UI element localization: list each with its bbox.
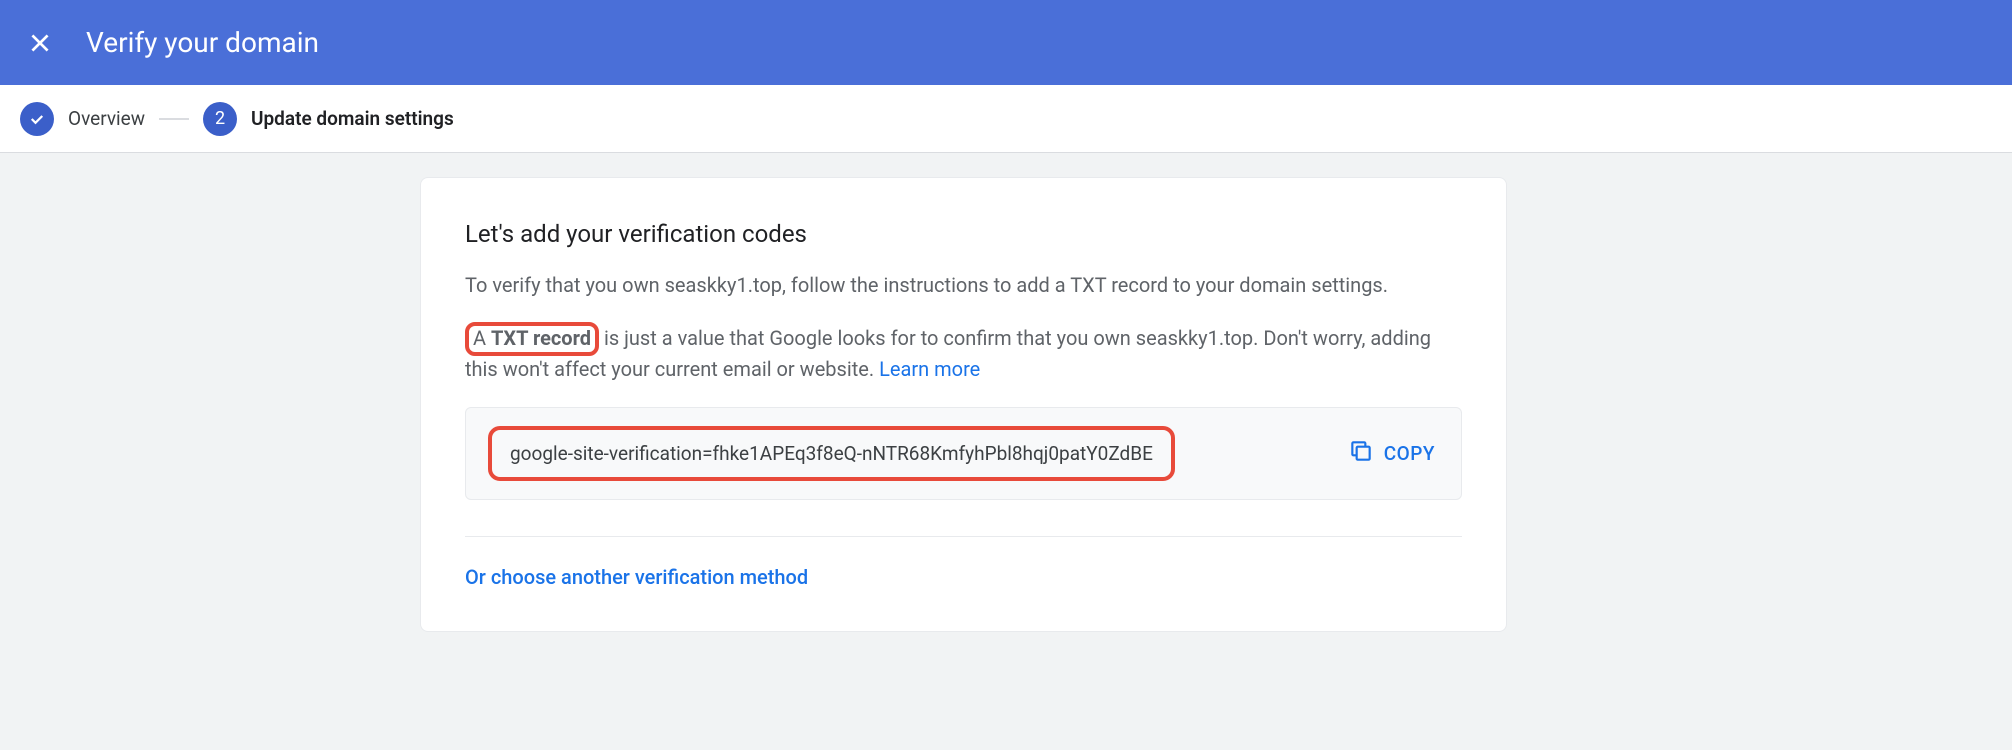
verification-code-text: google-site-verification=fhke1APEq3f8eQ-… <box>510 442 1153 465</box>
verification-card: Let's add your verification codes To ver… <box>420 177 1507 632</box>
alternate-method-link[interactable]: Or choose another verification method <box>465 565 1462 589</box>
page-title: Verify your domain <box>86 26 319 59</box>
header-bar: Verify your domain <box>0 0 2012 85</box>
verification-code-box: google-site-verification=fhke1APEq3f8eQ-… <box>465 407 1462 500</box>
section-title: Let's add your verification codes <box>465 220 1462 248</box>
step-number-badge: 2 <box>203 102 237 136</box>
copy-label: COPY <box>1384 442 1435 465</box>
txt-record-highlight: A TXT record <box>465 322 599 356</box>
verification-code-highlight: google-site-verification=fhke1APEq3f8eQ-… <box>488 426 1175 481</box>
learn-more-link[interactable]: Learn more <box>879 357 980 381</box>
txt-bold: TXT record <box>491 326 591 350</box>
txt-record-explainer: A TXT record is just a value that Google… <box>465 323 1462 385</box>
intro-text: To verify that you own seaskky1.top, fol… <box>465 270 1462 301</box>
step-update-domain[interactable]: 2 Update domain settings <box>203 102 454 136</box>
stepper: Overview 2 Update domain settings <box>0 85 2012 153</box>
txt-prefix: A <box>473 326 491 350</box>
step-overview[interactable]: Overview <box>20 102 145 136</box>
step-label: Overview <box>68 107 145 130</box>
copy-button[interactable]: COPY <box>1344 430 1439 477</box>
divider <box>465 536 1462 537</box>
step-label: Update domain settings <box>251 107 454 130</box>
copy-icon <box>1348 438 1374 469</box>
close-icon[interactable] <box>24 27 56 59</box>
step-connector <box>159 118 189 120</box>
content-area: Let's add your verification codes To ver… <box>0 153 2012 177</box>
check-icon <box>20 102 54 136</box>
